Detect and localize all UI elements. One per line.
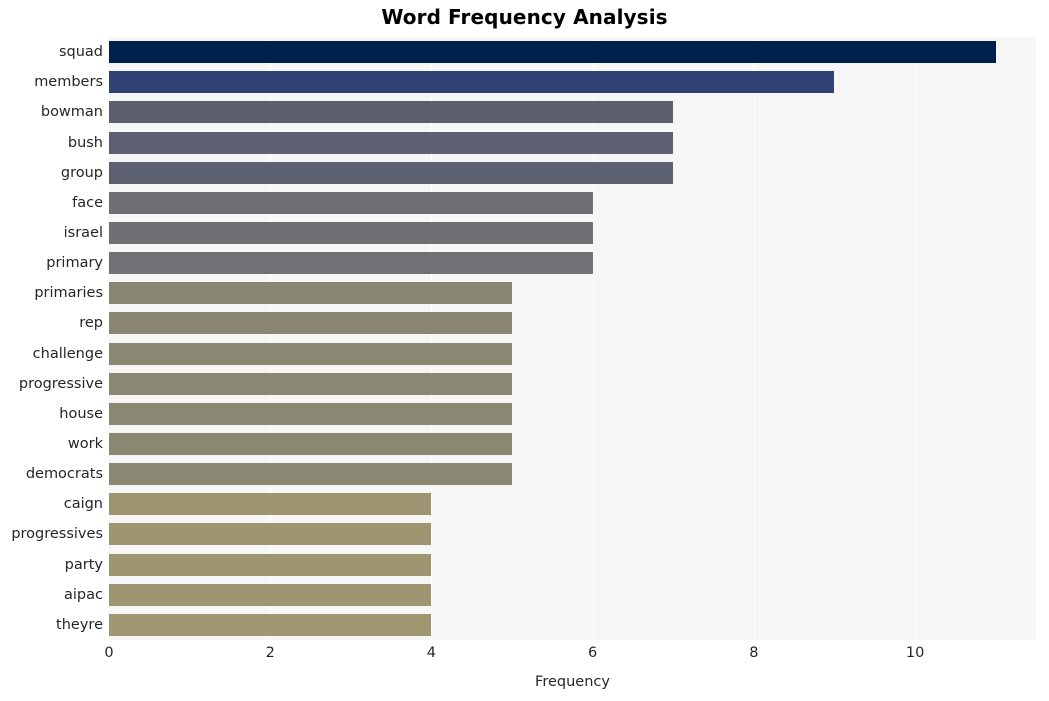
bar: [109, 131, 674, 154]
bar: [109, 433, 513, 456]
bar: [109, 282, 513, 305]
bar: [109, 402, 513, 425]
y-tick-label: members: [34, 74, 103, 91]
bar: [109, 493, 432, 516]
bar: [109, 463, 513, 486]
x-tick-label: 0: [104, 645, 114, 661]
x-axis-tick-labels: 0 2 4 6 8 10: [0, 645, 1049, 669]
bar: [109, 41, 996, 64]
y-tick-label: theyre: [56, 616, 103, 633]
bar: [109, 523, 432, 546]
y-tick-label: caign: [63, 496, 103, 513]
bar: [109, 191, 593, 214]
y-tick-label: rep: [79, 315, 103, 332]
bar: [109, 583, 432, 606]
bar: [109, 71, 835, 94]
bar: [109, 553, 432, 576]
y-tick-label: group: [60, 164, 103, 181]
y-tick-label: progressive: [18, 375, 103, 392]
x-tick-label: 2: [265, 645, 275, 661]
bar: [109, 161, 674, 184]
y-tick-label: bush: [67, 134, 103, 151]
y-tick-label: squad: [58, 44, 103, 61]
bar: [109, 372, 513, 395]
x-tick-label: 8: [749, 645, 759, 661]
y-tick-label: aipac: [64, 586, 103, 603]
plot-area: [109, 37, 1036, 640]
x-axis-title: Frequency: [535, 674, 610, 690]
word-frequency-chart-figure: Word Frequency Analysis squad members bowm…: [0, 0, 1049, 701]
bar: [109, 613, 432, 636]
chart-title: Word Frequency Analysis: [381, 5, 668, 29]
y-tick-label: primaries: [34, 285, 103, 302]
x-tick-label: 6: [588, 645, 598, 661]
y-tick-label: challenge: [32, 345, 103, 362]
y-tick-label: work: [67, 436, 103, 453]
y-tick-label: party: [64, 556, 103, 573]
y-tick-label: democrats: [25, 466, 103, 483]
y-tick-label: bowman: [40, 104, 103, 121]
bar: [109, 342, 513, 365]
y-tick-label: progressives: [11, 526, 103, 543]
x-tick-label: 10: [905, 645, 925, 661]
x-tick-label: 4: [426, 645, 437, 661]
y-axis-tick-labels: squad members bowman bush group face israel pri…: [0, 37, 103, 640]
y-tick-label: house: [59, 405, 103, 422]
y-tick-label: primary: [46, 255, 103, 272]
bar: [109, 312, 513, 335]
y-tick-label: face: [72, 194, 103, 211]
bars-layer: [109, 37, 1036, 640]
bar: [109, 221, 593, 244]
bar: [109, 252, 593, 275]
y-tick-label: israel: [63, 224, 103, 241]
bar: [109, 101, 674, 124]
